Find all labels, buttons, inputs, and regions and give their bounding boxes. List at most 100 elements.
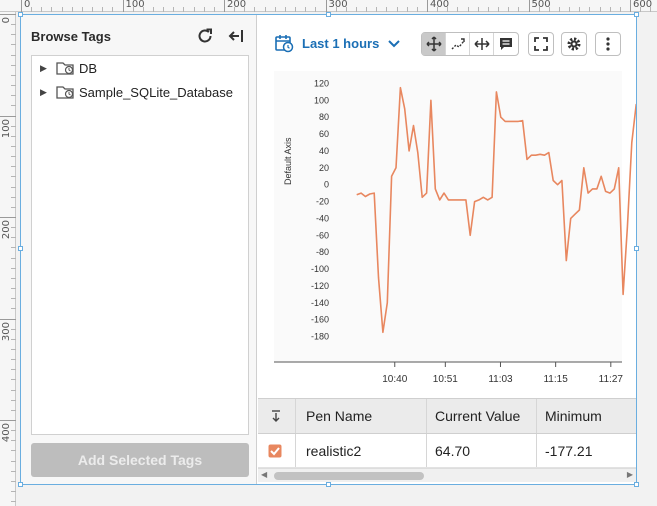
ruler-minor-tick [376,7,378,12]
ruler-minor-tick [548,7,550,12]
scroll-right-icon[interactable]: ▶ [627,470,633,479]
ruler-label: 600 [633,0,653,10]
pen-checkbox[interactable] [258,434,296,467]
ruler-minor-tick [366,7,368,12]
sort-column-icon[interactable] [258,399,296,433]
resize-handle[interactable] [634,246,639,251]
ruler-minor-tick [406,7,408,12]
ruler-minor-tick [498,7,500,12]
ruler-minor-tick [11,298,16,300]
ruler-minor-tick [305,7,307,12]
ruler-minor-tick [396,7,398,12]
ruler-label: 200 [227,0,247,10]
expand-caret-icon[interactable]: ▶ [40,87,52,98]
ruler-minor-tick [345,7,347,12]
database-history-icon [56,86,74,99]
ruler-label: 100 [125,0,145,10]
tree-item-db[interactable]: ▶ DB [32,57,97,79]
scrollbar-thumb[interactable] [274,472,424,480]
ruler-minor-tick [11,440,16,442]
ruler-minor-tick [244,7,246,12]
ruler-minor-tick [487,7,489,12]
ruler-minor-tick [11,156,16,158]
ruler-minor-tick [284,7,286,12]
line-chart: Default Axis 120 100 80 60 40 20 0 -20 -40 -60 -80 -… [274,78,636,385]
ruler-minor-tick [11,237,16,239]
header-pen-name[interactable]: Pen Name [296,399,427,433]
scroll-left-icon[interactable]: ◀ [261,470,267,479]
ruler-minor-tick [254,7,256,12]
ruler-minor-tick [355,7,357,12]
ruler-tick [325,0,327,12]
table-header: Pen Name Current Value Minimum [258,399,636,434]
ruler-minor-tick [11,369,16,371]
ruler-minor-tick [11,460,16,462]
y-tick-label: -80 [316,247,329,257]
ruler-tick [0,420,16,421]
ruler-tick [427,0,428,12]
browse-tags-panel: Browse Tags ▶ DB ▶ Sample_SQLite_Databas… [21,15,257,484]
resize-handle[interactable] [634,482,639,487]
tree-item-sqlite[interactable]: ▶ Sample_SQLite_Database [32,81,233,103]
ruler-minor-tick [11,257,16,259]
tree-item-label: Sample_SQLite_Database [79,84,233,100]
y-tick-label: 0 [324,180,329,190]
ruler-minor-tick [477,7,479,12]
ruler-minor-tick [92,7,94,12]
ruler-minor-tick [11,24,16,26]
horizontal-scrollbar[interactable]: ◀ ▶ [258,468,636,482]
collapse-panel-icon[interactable] [225,25,247,47]
resize-handle[interactable] [18,12,23,17]
ruler-minor-tick [11,288,16,290]
table-row[interactable]: realistic2 64.70 -177.21 [258,434,636,468]
ruler-minor-tick [81,7,83,12]
database-history-icon [56,62,74,75]
ruler-tick [0,115,16,117]
header-minimum[interactable]: Minimum [537,399,636,433]
y-tick-label: -140 [311,298,329,308]
tree-item-label: DB [79,60,98,76]
ruler-minor-tick [538,7,540,12]
ruler-minor-tick [558,7,560,12]
ruler-minor-tick [11,308,16,310]
ruler-label: 0 [24,0,31,10]
ruler-tick [122,0,124,12]
power-chart-component[interactable]: Browse Tags ▶ DB ▶ Sample_SQLite_Databas… [18,12,639,487]
ruler-tick [0,14,16,15]
refresh-icon[interactable] [194,25,216,47]
ruler-minor-tick [599,7,601,12]
expand-caret-icon[interactable]: ▶ [40,63,52,74]
ruler-minor-tick [11,74,16,76]
ruler-minor-tick [335,7,337,12]
ruler-minor-tick [11,34,16,36]
ruler-minor-tick [71,7,73,12]
ruler-minor-tick [11,501,16,503]
x-tick-label: 11:15 [543,374,568,385]
resize-handle[interactable] [18,246,23,251]
ruler-minor-tick [183,7,185,12]
resize-handle[interactable] [634,12,639,17]
ruler-minor-tick [203,7,205,12]
x-tick-label: 11:27 [599,374,624,385]
x-tick-label: 10:51 [433,374,458,385]
ruler-minor-tick [11,389,16,391]
x-tick-label: 11:03 [488,374,513,385]
ruler-tick [0,217,16,218]
ruler-minor-tick [579,7,581,12]
y-tick-label: 60 [319,129,329,139]
resize-handle[interactable] [326,12,331,17]
ruler-label: 400 [1,423,12,443]
ruler-minor-tick [609,7,611,12]
ruler-tick [224,0,225,12]
ruler-minor-tick [11,247,16,249]
cell-minimum: -177.21 [545,442,593,459]
ruler-minor-tick [11,206,16,208]
ruler-minor-tick [61,7,63,12]
ruler-minor-tick [11,267,16,269]
header-current-value[interactable]: Current Value [427,399,537,433]
chart-panel: Last 1 hours Default Axis 120 100 80 60 … [258,15,636,484]
resize-handle[interactable] [326,482,331,487]
ruler-horizontal: 0 100 200 300 400 500 600 [0,0,657,12]
add-selected-tags-button[interactable]: Add Selected Tags [31,443,249,477]
resize-handle[interactable] [18,482,23,487]
